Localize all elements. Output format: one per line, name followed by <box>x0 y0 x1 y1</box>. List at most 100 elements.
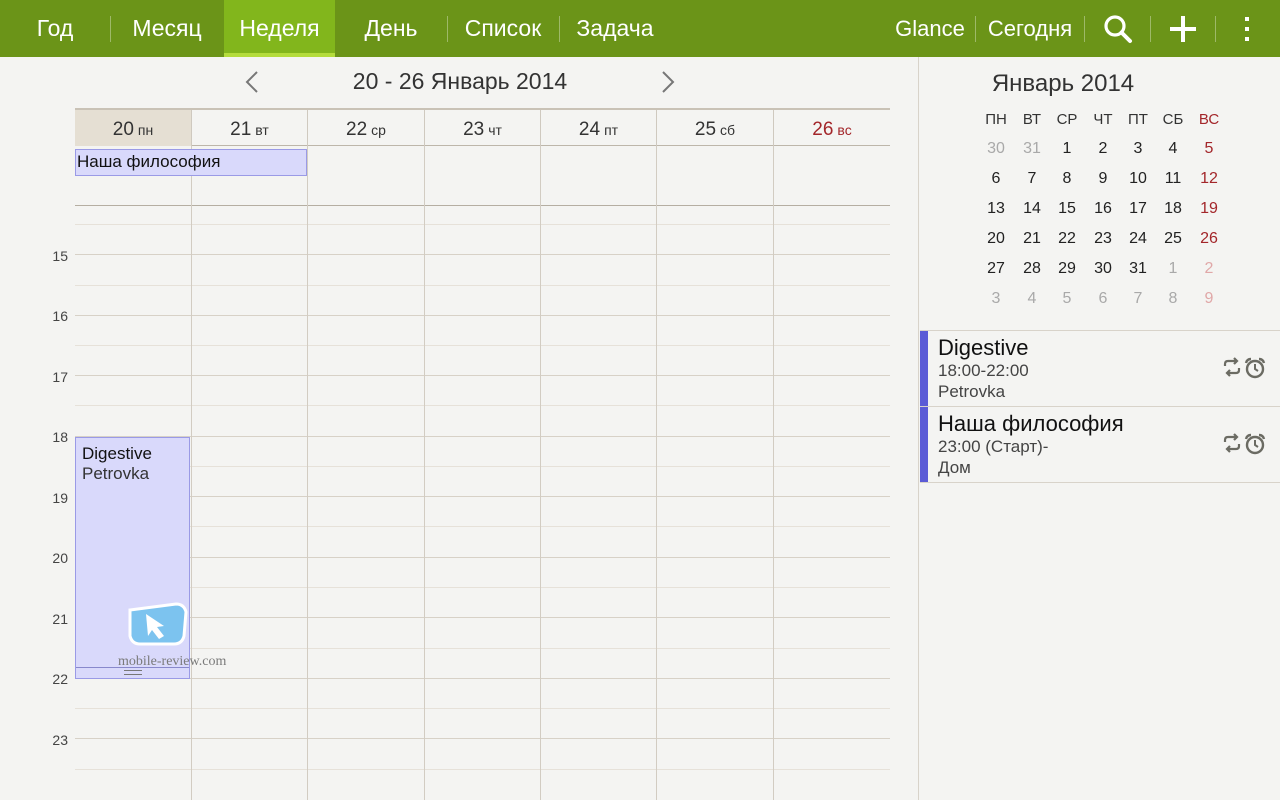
today-button[interactable]: Сегодня <box>980 0 1080 57</box>
mini-calendar-day[interactable]: 14 <box>1014 200 1050 218</box>
mini-calendar-day[interactable]: 16 <box>1085 200 1121 218</box>
mini-calendar-day[interactable]: 9 <box>1191 290 1227 308</box>
mini-calendar-day[interactable]: 13 <box>978 200 1014 218</box>
mini-calendar-day[interactable]: 5 <box>1049 290 1085 308</box>
mini-calendar-day[interactable]: 3 <box>1120 140 1156 158</box>
mini-calendar-day[interactable]: 27 <box>978 260 1014 278</box>
half-hour-line <box>75 708 890 709</box>
weekday-label: ср <box>371 122 386 138</box>
drag-handle-icon[interactable] <box>124 670 142 675</box>
hour-label: 20 <box>52 550 68 566</box>
mini-calendar-day[interactable]: 29 <box>1049 260 1085 278</box>
half-hour-line <box>75 405 890 406</box>
mini-calendar-day[interactable]: 25 <box>1155 230 1191 248</box>
mini-calendar-day[interactable]: 11 <box>1155 170 1191 188</box>
mini-weekday-header: ПТ <box>1128 111 1148 128</box>
mini-calendar-day[interactable]: 8 <box>1155 290 1191 308</box>
mini-calendar-day[interactable]: 2 <box>1191 260 1227 278</box>
mini-calendar-day[interactable]: 6 <box>978 170 1014 188</box>
all-day-event[interactable]: Наша философия <box>75 149 307 176</box>
mini-calendar-day[interactable]: 7 <box>1120 290 1156 308</box>
day-header-sunday[interactable]: 26 вс <box>773 110 890 146</box>
day-column-line <box>307 146 308 800</box>
day-number: 20 <box>112 119 134 140</box>
half-hour-line <box>75 648 890 649</box>
add-event-button[interactable] <box>1154 0 1212 57</box>
glance-button[interactable]: Glance <box>890 0 970 57</box>
mini-calendar-day[interactable]: 7 <box>1014 170 1050 188</box>
mini-calendar-day[interactable]: 18 <box>1155 200 1191 218</box>
repeat-icon <box>1223 357 1241 377</box>
action-separator <box>1150 16 1151 42</box>
mini-calendar-day[interactable]: 19 <box>1191 200 1227 218</box>
mini-calendar-day[interactable]: 30 <box>978 140 1014 158</box>
mini-calendar-day[interactable]: 15 <box>1049 200 1085 218</box>
half-hour-line <box>75 224 890 225</box>
event-color-bar <box>920 407 928 482</box>
mini-calendar-day[interactable]: 3 <box>978 290 1014 308</box>
mini-calendar-day[interactable]: 21 <box>1014 230 1050 248</box>
tab-year[interactable]: Год <box>0 0 110 57</box>
tab-task[interactable]: Задача <box>560 0 670 57</box>
hour-label: 21 <box>52 611 68 627</box>
week-time-grid[interactable]: Наша философия Digestive Petrovka <box>75 146 890 800</box>
mini-calendar-day[interactable]: 12 <box>1191 170 1227 188</box>
watermark-text: mobile-review.com <box>118 654 227 669</box>
day-header-wednesday[interactable]: 22 ср <box>307 110 424 146</box>
mini-calendar-day[interactable]: 2 <box>1085 140 1121 158</box>
day-header-tuesday[interactable]: 21 вт <box>191 110 307 146</box>
tab-day[interactable]: День <box>336 0 446 57</box>
previous-week-button[interactable] <box>237 66 267 98</box>
mini-calendar-day[interactable]: 20 <box>978 230 1014 248</box>
mini-calendar-day[interactable]: 5 <box>1191 140 1227 158</box>
mini-calendar-day[interactable]: 31 <box>1120 260 1156 278</box>
weekday-label: пн <box>137 122 154 138</box>
repeat-icon <box>1223 433 1241 453</box>
mini-calendar-day[interactable]: 28 <box>1014 260 1050 278</box>
mini-weekday-header: ВТ <box>1022 111 1042 128</box>
mini-calendar-day[interactable]: 6 <box>1085 290 1121 308</box>
mini-calendar-day[interactable]: 30 <box>1085 260 1121 278</box>
hour-line <box>75 375 890 376</box>
day-header-saturday[interactable]: 25 сб <box>656 110 773 146</box>
mini-weekday-header: СР <box>1056 111 1078 128</box>
half-hour-line <box>75 466 890 467</box>
tab-list[interactable]: Список <box>448 0 558 57</box>
mini-calendar-day[interactable]: 22 <box>1049 230 1085 248</box>
day-header-friday[interactable]: 24 пт <box>540 110 656 146</box>
mini-calendar-day[interactable]: 4 <box>1014 290 1050 308</box>
day-header-thursday[interactable]: 23 чт <box>424 110 540 146</box>
chevron-left-icon <box>245 71 258 93</box>
next-week-button[interactable] <box>653 66 683 98</box>
mini-calendar-day[interactable]: 26 <box>1191 230 1227 248</box>
day-header-monday[interactable]: 20 пн <box>75 110 191 146</box>
day-column-line <box>540 146 541 800</box>
mini-calendar-day[interactable]: 9 <box>1085 170 1121 188</box>
half-hour-line <box>75 526 890 527</box>
mini-calendar-day[interactable]: 1 <box>1155 260 1191 278</box>
mini-calendar-day[interactable]: 10 <box>1120 170 1156 188</box>
hour-line <box>75 436 890 437</box>
panel-divider <box>918 57 919 800</box>
mini-calendar-day[interactable]: 24 <box>1120 230 1156 248</box>
tab-week[interactable]: Неделя <box>224 0 335 57</box>
mini-calendar-day[interactable]: 4 <box>1155 140 1191 158</box>
mini-calendar-day[interactable]: 1 <box>1049 140 1085 158</box>
hour-label: 18 <box>52 429 68 445</box>
overflow-menu-icon <box>1245 16 1249 41</box>
agenda-item[interactable]: Digestive 18:00-22:00 Petrovka <box>920 331 1280 406</box>
tab-month[interactable]: Месяц <box>112 0 222 57</box>
mini-calendar-day[interactable]: 17 <box>1120 200 1156 218</box>
search-button[interactable] <box>1090 0 1146 57</box>
mini-calendar-day[interactable]: 23 <box>1085 230 1121 248</box>
weekday-label: вт <box>255 122 269 138</box>
mini-calendar-day[interactable]: 8 <box>1049 170 1085 188</box>
event-title: Наша философия <box>77 152 221 171</box>
agenda-item[interactable]: Наша философия 23:00 (Старт)- Дом <box>920 407 1280 482</box>
day-number: 24 <box>578 119 601 140</box>
mini-calendar-day[interactable]: 31 <box>1014 140 1050 158</box>
mini-weekday-header: ПН <box>985 111 1007 128</box>
overflow-menu-button[interactable] <box>1222 0 1272 57</box>
mini-weekday-header: ВС <box>1198 111 1220 128</box>
day-column-line <box>191 146 192 800</box>
